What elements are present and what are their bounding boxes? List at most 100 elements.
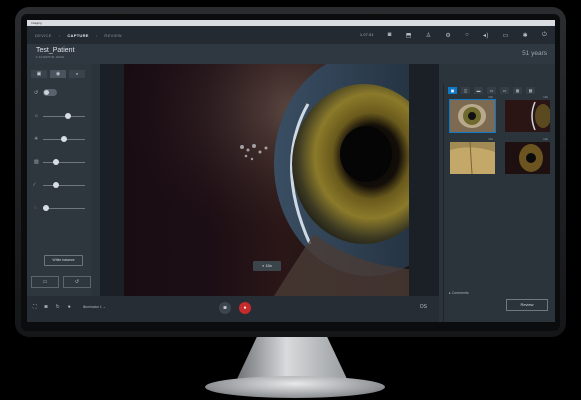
left-tab-row: ▣ ◉ ◒: [27, 64, 91, 84]
tab-settings[interactable]: ▣: [31, 70, 47, 78]
capture-toolbar: ⛶ ◙ ↻ ● Illuminator 1 ⌄ ◙ ● OS: [27, 296, 439, 322]
toggle-knob: [44, 90, 49, 95]
monitor-stand: [237, 337, 347, 379]
snapshot-button[interactable]: ◙: [219, 302, 231, 314]
brightness-icon: ☼: [34, 113, 39, 119]
toolbar-left: ⛶ ◙ ↻ ● Illuminator 1 ⌄: [33, 304, 106, 310]
breadcrumb-review[interactable]: REVIEW: [104, 33, 122, 38]
settings-icon[interactable]: ⚙: [445, 32, 451, 39]
pen-icon: ∕: [34, 182, 35, 188]
tab-gallery-grid[interactable]: ▦: [513, 87, 522, 94]
thumbnail-label: 10x: [488, 137, 493, 141]
eye-side-label: OS: [419, 304, 427, 310]
focus-icon: ◌: [34, 205, 37, 211]
breadcrumb-capture[interactable]: CAPTURE: [67, 33, 88, 38]
gear-icon[interactable]: ✱: [523, 32, 528, 39]
illuminator-value: Illuminator 1: [82, 305, 102, 309]
camera-icon[interactable]: ◙: [388, 32, 392, 38]
patient-name: Test_Patient: [36, 47, 75, 54]
tab-gallery-all[interactable]: ▣: [448, 87, 457, 94]
monitor-icon[interactable]: ▭: [31, 276, 59, 288]
auto-toggle[interactable]: [43, 89, 57, 96]
tab-gallery-single[interactable]: ▭: [487, 87, 496, 94]
thumbnail[interactable]: 10x: [450, 137, 495, 175]
thumbnail-label: 10x: [543, 137, 548, 141]
record-button[interactable]: ●: [239, 302, 251, 314]
window-title: Imaging: [31, 21, 42, 25]
tab-gallery-grid-large[interactable]: ▩: [526, 87, 535, 94]
toggle-row: ↺: [27, 84, 91, 107]
top-navbar: DEVICE › CAPTURE › REVIEW 1.07.01 ◙ ⬒ ♙ …: [27, 26, 555, 44]
tab-gallery-double[interactable]: ▭: [500, 87, 509, 94]
contrast-icon: ✳: [34, 136, 39, 142]
monitor-base: [205, 376, 385, 398]
slider-knob[interactable]: [53, 159, 60, 165]
slider-knob[interactable]: [65, 113, 72, 119]
live-eye-image: ⌕ 10x: [124, 64, 409, 296]
illuminator-dropdown[interactable]: Illuminator 1 ⌄: [83, 305, 106, 309]
info-icon[interactable]: ○: [465, 32, 469, 38]
image-icon: ▨: [34, 159, 39, 165]
tab-gallery-wide[interactable]: ▬: [474, 87, 483, 94]
slider-row: ✳: [27, 130, 91, 153]
nav-icon-group: 1.07.01 ◙ ⬒ ♙ ⚙ ○ ◂) ▭ ✱ ⏻: [360, 32, 547, 39]
power-icon[interactable]: ⏻: [542, 32, 547, 39]
zoom-indicator[interactable]: ⌕ 10x: [253, 261, 281, 271]
image-viewer[interactable]: ⌕ 10x: [100, 64, 439, 296]
rotate-icon[interactable]: ↺: [63, 276, 91, 288]
thumbnail[interactable]: 10x: [449, 95, 496, 133]
white-balance-button[interactable]: White balance: [44, 255, 83, 266]
auto-icon: ↺: [34, 90, 39, 96]
slider-row: ∕: [27, 176, 91, 199]
left-control-panel: ▣ ◉ ◒ ↺ ☼ ✳ ▨ ∕ ◌ White balance ▭ ↺: [27, 64, 91, 296]
magnifier-icon: ⌕: [262, 263, 265, 268]
light-icon[interactable]: ●: [68, 304, 71, 310]
slider-row: ◌: [27, 199, 91, 222]
zoom-label: 10x: [265, 263, 272, 268]
date-label: 1.07.01: [360, 33, 374, 37]
slider-row: ▨: [27, 153, 91, 176]
slider-row: ☼: [27, 107, 91, 130]
export-icon[interactable]: ⬒: [406, 32, 412, 39]
left-bottom-buttons: ▭ ↺: [31, 276, 91, 288]
fullscreen-icon[interactable]: ⛶: [33, 304, 37, 310]
thumbnail-image: [505, 142, 550, 174]
comments-toggle[interactable]: ▸ Comments: [449, 291, 469, 295]
patient-meta: F 1/1/1970 ID: 10001: [36, 55, 65, 59]
thumbnail-image: [450, 141, 495, 175]
tab-filters[interactable]: ◒: [69, 70, 85, 78]
thumbnail[interactable]: 10x: [505, 137, 550, 174]
review-button[interactable]: Review: [506, 299, 548, 311]
slider-knob[interactable]: [43, 205, 49, 211]
right-gallery-panel: ▣ ◫ ▬ ▭ ▭ ▦ ▩ 10x 10x 10x 10x ▸ Comments…: [443, 84, 555, 322]
slider-knob[interactable]: [61, 136, 67, 142]
breadcrumb-device[interactable]: DEVICE: [35, 33, 52, 38]
slider-knob[interactable]: [52, 182, 59, 188]
comments-label: Comments: [451, 291, 469, 295]
tab-gallery-split[interactable]: ◫: [461, 87, 470, 94]
breadcrumb-separator: ›: [95, 32, 98, 38]
thumbnail-label: 10x: [488, 95, 493, 99]
slider-track[interactable]: [43, 185, 85, 186]
slider-track[interactable]: [43, 162, 85, 163]
thumbnail-label: 10x: [543, 95, 548, 99]
gallery-view-tabs: ▣ ◫ ▬ ▭ ▭ ▦ ▩: [444, 84, 555, 97]
slider-track[interactable]: [43, 208, 85, 209]
rotate-view-icon[interactable]: ↻: [56, 304, 60, 310]
capture-buttons: ◙ ●: [219, 302, 251, 314]
tab-illumination[interactable]: ◉: [50, 70, 66, 78]
patient-age: 51 years: [522, 50, 547, 57]
thumbnail[interactable]: 10x: [505, 95, 551, 132]
volume-icon[interactable]: ◂): [483, 32, 489, 39]
breadcrumb-separator: ›: [58, 32, 61, 38]
app-screen: Imaging DEVICE › CAPTURE › REVIEW 1.07.0…: [27, 20, 555, 322]
camera-settings-icon[interactable]: ◙: [45, 304, 48, 310]
thumbnail-grid: 10x 10x 10x 10x: [444, 95, 555, 177]
user-icon[interactable]: ♙: [426, 32, 432, 39]
thumbnail-image: [450, 100, 495, 132]
patient-header: Test_Patient F 1/1/1970 ID: 10001 51 yea…: [27, 44, 555, 64]
slider-group: ☼ ✳ ▨ ∕ ◌: [27, 107, 91, 222]
slider-track[interactable]: [43, 116, 85, 117]
thumbnail-image: [505, 100, 551, 132]
display-icon[interactable]: ▭: [503, 32, 509, 39]
